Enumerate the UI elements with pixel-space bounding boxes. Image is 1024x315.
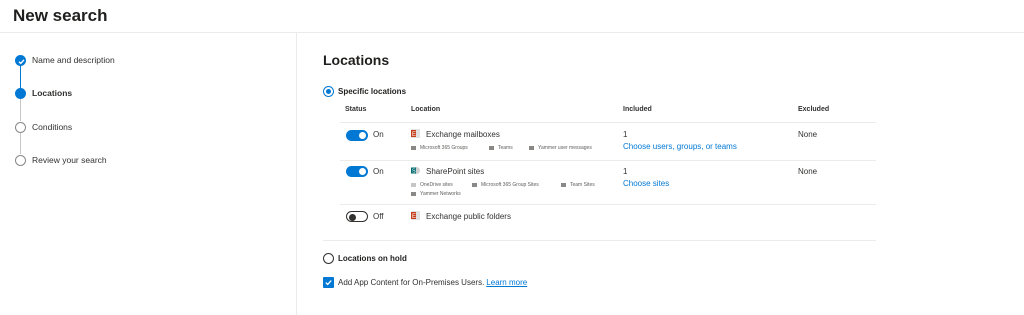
sub-location: Microsoft 365 Groups xyxy=(411,145,468,151)
header: New search xyxy=(0,0,1024,33)
included-count: 1 xyxy=(623,167,628,176)
location-name: SharePoint sites xyxy=(426,167,485,176)
yammer-icon xyxy=(529,146,534,150)
wizard-step-conditions[interactable]: Conditions xyxy=(15,120,72,134)
sub-location: Team Sites xyxy=(561,182,595,188)
radio-unchecked-icon xyxy=(323,253,334,264)
page-title: New search xyxy=(13,6,108,25)
divider xyxy=(323,240,876,241)
groups-icon xyxy=(472,183,477,187)
column-header-status: Status xyxy=(345,106,367,113)
checkmark-icon xyxy=(325,280,332,286)
wizard-step-label: Conditions xyxy=(32,122,73,132)
exchange-icon: E xyxy=(411,211,420,220)
locations-on-hold-radio[interactable]: Locations on hold xyxy=(323,253,407,264)
location-name: Exchange mailboxes xyxy=(426,130,500,139)
wizard-step-label: Locations xyxy=(32,88,73,98)
current-step-icon xyxy=(15,87,26,99)
row-divider xyxy=(340,122,876,123)
checkmark-icon xyxy=(15,54,26,66)
column-header-excluded: Excluded xyxy=(798,106,830,113)
specific-locations-radio[interactable]: Specific locations xyxy=(323,86,406,97)
sharepoint-sites-toggle[interactable] xyxy=(346,166,368,177)
excluded-value: None xyxy=(798,130,818,139)
wizard-step-label: Review your search xyxy=(32,155,107,165)
wizard-step-review[interactable]: Review your search xyxy=(15,153,107,167)
app-content-checkbox[interactable] xyxy=(323,277,334,288)
excluded-value: None xyxy=(798,167,818,176)
sub-location: Yammer user messages xyxy=(529,145,592,151)
toggle-state-label: On xyxy=(373,130,384,139)
included-count: 1 xyxy=(623,130,628,139)
step-connector xyxy=(20,132,21,154)
teams-icon xyxy=(489,146,494,150)
radio-checked-icon xyxy=(323,86,334,97)
wizard-step-label: Name and description xyxy=(32,55,115,65)
section-title: Locations xyxy=(323,52,390,68)
sub-location: Microsoft 365 Group Sites xyxy=(472,182,539,188)
onedrive-icon xyxy=(411,183,416,187)
sub-location: Teams xyxy=(489,145,513,151)
step-connector xyxy=(20,99,21,121)
wizard-steps xyxy=(0,33,297,315)
column-header-location: Location xyxy=(411,106,441,113)
pending-step-icon xyxy=(15,154,26,166)
row-divider xyxy=(340,160,876,161)
toggle-state-label: On xyxy=(373,167,384,176)
sub-location: Yammer Networks xyxy=(411,191,461,197)
yammer-icon xyxy=(411,192,416,196)
choose-users-groups-teams-link[interactable]: Choose users, groups, or teams xyxy=(623,142,737,151)
app-content-label: Add App Content for On-Premises Users. Le… xyxy=(338,278,528,287)
exchange-mailboxes-toggle[interactable] xyxy=(346,130,368,141)
radio-label: Locations on hold xyxy=(338,254,407,263)
choose-sites-link[interactable]: Choose sites xyxy=(623,179,669,188)
exchange-public-folders-toggle[interactable] xyxy=(346,211,368,222)
toggle-state-label: Off xyxy=(373,212,384,221)
groups-icon xyxy=(411,146,416,150)
svg-text:E: E xyxy=(412,214,416,220)
wizard-step-locations[interactable]: Locations xyxy=(15,86,72,100)
location-name: Exchange public folders xyxy=(426,212,511,221)
sharepoint-icon: S xyxy=(411,167,420,175)
teams-icon xyxy=(561,183,566,187)
learn-more-link[interactable]: Learn more xyxy=(486,278,527,287)
sub-location: OneDrive sites xyxy=(411,182,453,188)
radio-label: Specific locations xyxy=(338,87,407,96)
svg-text:E: E xyxy=(412,132,416,138)
pending-step-icon xyxy=(15,121,26,133)
exchange-icon: E xyxy=(411,129,420,138)
wizard-step-name-and-description[interactable]: Name and description xyxy=(15,53,115,67)
svg-text:S: S xyxy=(412,169,416,175)
row-divider xyxy=(340,204,876,205)
column-header-included: Included xyxy=(623,106,652,113)
